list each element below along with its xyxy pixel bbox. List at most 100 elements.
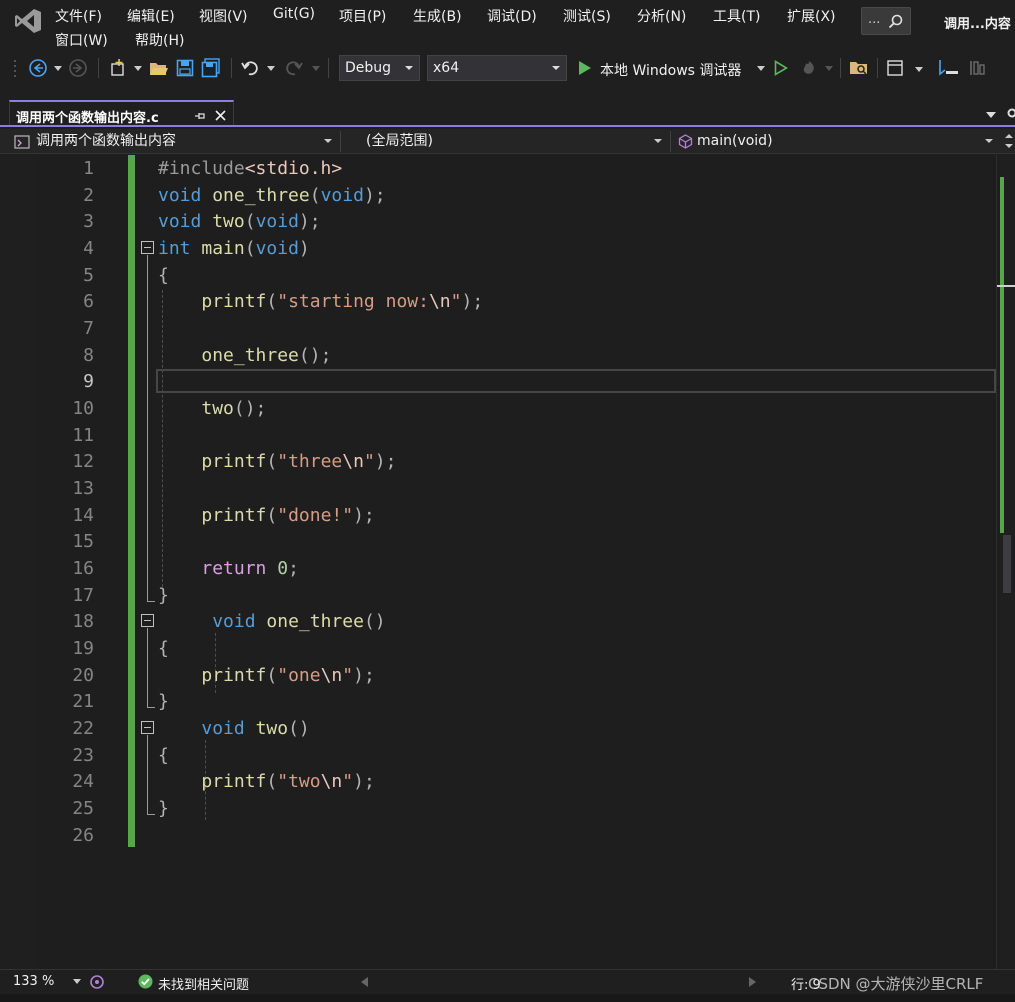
back-dropdown-button[interactable] [52, 56, 64, 80]
align-icon [970, 61, 985, 75]
code-line-22: void two() [201, 718, 310, 739]
navigate-back-button[interactable] [26, 56, 50, 80]
platform-select[interactable]: x64 [427, 55, 567, 81]
chevron-down-icon [915, 67, 923, 72]
menu-project[interactable]: 项目(P) [339, 6, 386, 26]
save-button[interactable] [173, 56, 197, 80]
chevron-down-icon [405, 66, 413, 70]
scroll-left-icon[interactable] [361, 977, 368, 987]
open-folder-icon [150, 63, 168, 75]
scroll-right-icon[interactable] [749, 977, 756, 987]
save-all-icon [201, 58, 220, 78]
menu-debug[interactable]: 调试(D) [487, 6, 537, 26]
toolbar-separator [840, 58, 841, 78]
chevron-down-icon [985, 139, 993, 143]
code-line-3: void two(void); [158, 211, 321, 232]
code-line-4: int main(void) [158, 238, 310, 259]
fold-range-end [147, 707, 155, 708]
menu-bar: 文件(F) 编辑(E) 视图(V) Git(G) 项目(P) 生成(B) 调试(… [0, 0, 1015, 52]
solution-explorer-button[interactable] [847, 56, 871, 80]
fold-toggle-two[interactable] [141, 721, 154, 734]
copilot-icon[interactable] [89, 974, 105, 990]
hot-reload-dropdown[interactable] [823, 56, 835, 80]
chevron-down-icon [552, 66, 560, 70]
start-without-debugging-button[interactable] [770, 56, 792, 80]
fold-range-line [147, 255, 148, 601]
chevron-down-icon [654, 139, 662, 143]
gear-icon[interactable] [1005, 106, 1015, 120]
code-line-19: { [158, 638, 169, 659]
menu-file[interactable]: 文件(F) [55, 6, 102, 26]
run-target-dropdown[interactable] [755, 56, 767, 80]
line-number: 13 [72, 478, 94, 499]
project-name: 调用两个函数输出内容 [36, 133, 176, 149]
line-number: 4 [83, 238, 94, 259]
menu-view[interactable]: 视图(V) [199, 6, 248, 26]
code-line-16: return 0; [201, 558, 299, 579]
zoom-level[interactable]: 133 % [13, 974, 54, 989]
navbar-divider [340, 131, 341, 152]
navigate-forward-button[interactable] [66, 56, 90, 80]
navbar-divider [670, 131, 671, 152]
new-item-button[interactable] [106, 56, 132, 80]
hot-reload-button[interactable] [797, 56, 821, 80]
run-target-label[interactable]: 本地 Windows 调试器 [600, 60, 741, 80]
open-file-button[interactable] [147, 56, 171, 80]
scope-dropdown[interactable]: (全局范围) [366, 131, 666, 152]
chevron-down-icon [54, 65, 62, 71]
hot-reload-icon [803, 61, 814, 74]
fold-range-end [147, 601, 155, 602]
vertical-scrollbar[interactable] [996, 155, 1015, 970]
menu-git[interactable]: Git(G) [273, 6, 315, 22]
line-number: 14 [72, 505, 94, 526]
line-number: 16 [72, 558, 94, 579]
indent-guide [162, 290, 163, 587]
menu-tools[interactable]: 工具(T) [713, 6, 760, 26]
redo-dropdown[interactable] [310, 56, 322, 80]
search-box[interactable]: ... [861, 7, 911, 35]
menu-extensions[interactable]: 扩展(X) [787, 6, 836, 26]
member-dropdown[interactable]: main(void) [678, 131, 996, 152]
project-dropdown[interactable]: 调用两个函数输出内容 [14, 131, 334, 152]
glyph-margin[interactable] [0, 155, 38, 970]
tab-source-file[interactable]: 调用两个函数输出内容.c [9, 100, 234, 127]
toolbar-separator [98, 58, 99, 78]
tab-list-dropdown-icon[interactable] [986, 112, 996, 118]
undo-dropdown[interactable] [265, 56, 277, 80]
tab-accent-line [0, 125, 1015, 127]
menu-window[interactable]: 窗口(W) [55, 30, 108, 50]
menu-edit[interactable]: 编辑(E) [127, 6, 175, 26]
start-debugging-button[interactable] [574, 56, 596, 80]
menu-test[interactable]: 测试(S) [563, 6, 611, 26]
new-item-dropdown[interactable] [133, 56, 143, 80]
insert-tool-icon [939, 60, 958, 76]
undo-button[interactable] [238, 56, 262, 80]
pin-icon[interactable] [194, 110, 206, 122]
line-number: 7 [83, 318, 94, 339]
window-layout-button[interactable] [883, 56, 907, 80]
close-icon[interactable] [215, 110, 226, 121]
fold-range-line [147, 628, 148, 707]
line-number: 23 [72, 745, 94, 766]
scrollbar-change-marker [1000, 177, 1004, 533]
chevron-down-icon[interactable] [73, 979, 81, 984]
fold-toggle-one-three[interactable] [141, 614, 154, 627]
split-view-icon[interactable] [1003, 133, 1015, 149]
standard-toolbar: Debug x64 本地 Windows 调试器 [0, 52, 1015, 84]
folder-search-icon [850, 62, 867, 75]
code-editor[interactable]: 1 2 3 4 5 6 7 8 9 10 11 12 13 14 15 16 1… [0, 155, 1015, 970]
toolbar-extra-button[interactable] [966, 56, 990, 80]
search-placeholder: ... [868, 12, 881, 27]
issues-status[interactable]: 未找到相关问题 [158, 974, 249, 993]
breakpoint-tool-button[interactable] [935, 56, 961, 80]
fold-toggle-main[interactable] [141, 241, 154, 254]
tab-title: 调用两个函数输出内容.c [16, 111, 159, 126]
save-all-button[interactable] [199, 56, 223, 80]
scrollbar-thumb[interactable] [1003, 535, 1011, 593]
redo-button[interactable] [282, 56, 306, 80]
configuration-select[interactable]: Debug [339, 55, 420, 81]
menu-build[interactable]: 生成(B) [413, 6, 462, 26]
menu-analyze[interactable]: 分析(N) [637, 6, 686, 26]
menu-help[interactable]: 帮助(H) [135, 30, 184, 50]
window-layout-dropdown[interactable] [913, 56, 925, 80]
